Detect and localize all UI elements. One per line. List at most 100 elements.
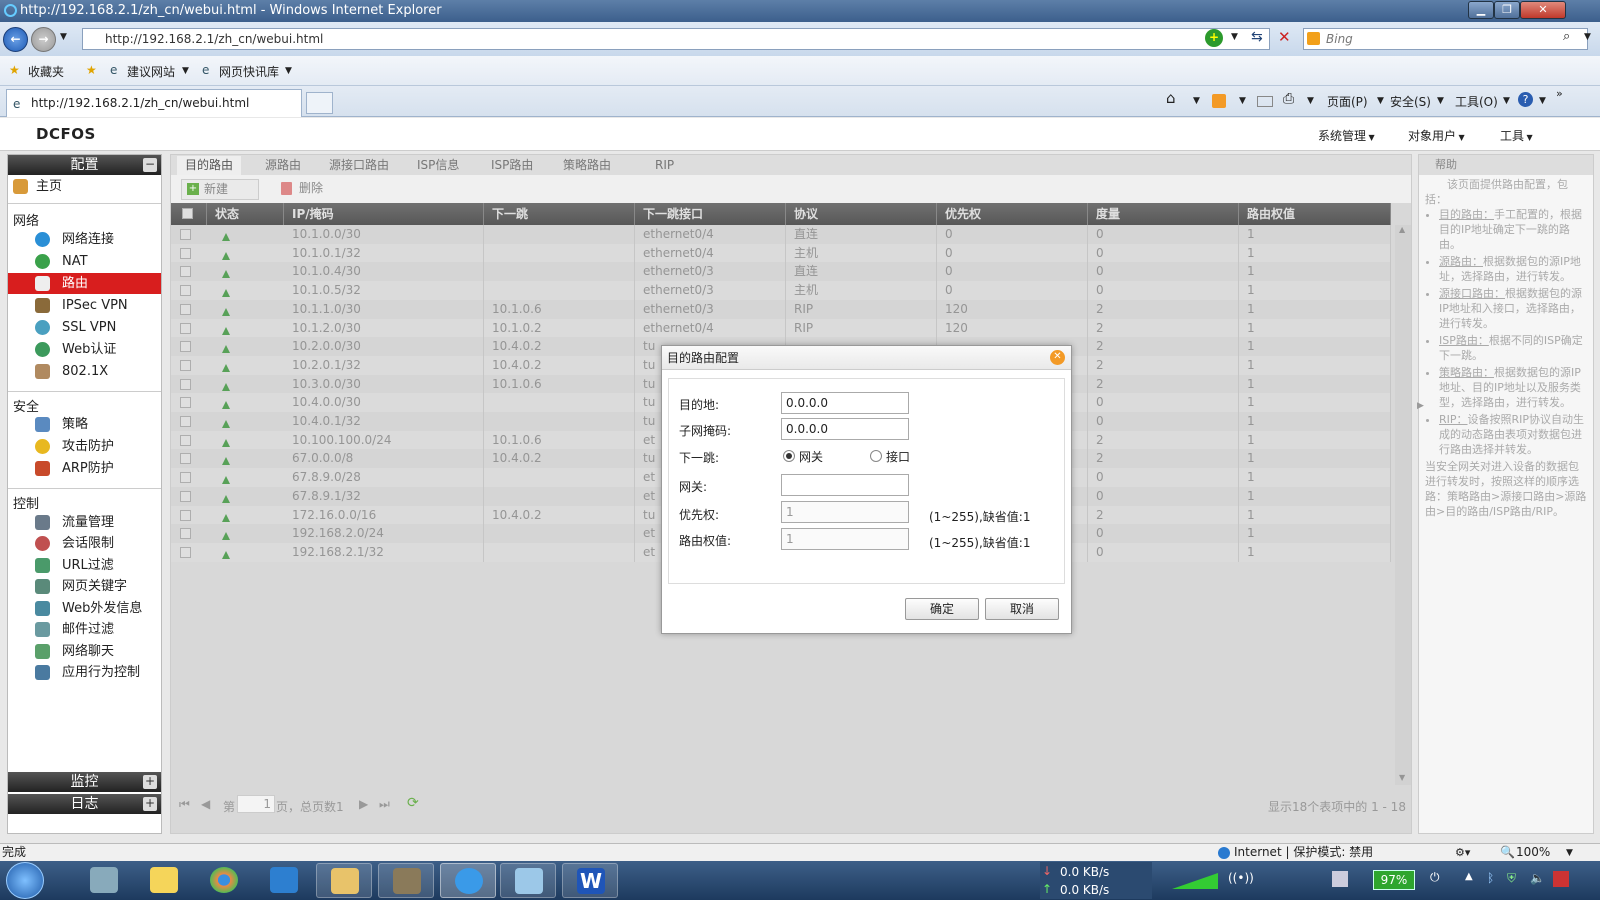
help-icon[interactable]: ? <box>1518 92 1533 107</box>
tab-source-route[interactable]: 源路由 <box>257 156 309 175</box>
volume-icon[interactable]: 🔈 <box>1530 871 1545 885</box>
tab-destination-route[interactable]: 目的路由 <box>177 156 242 175</box>
sidebar-item-network-connection[interactable]: 网络连接 <box>8 229 161 250</box>
wireless-icon[interactable]: ((•)) <box>1228 871 1254 885</box>
tab-isp-info[interactable]: ISP信息 <box>409 156 467 175</box>
sidebar-item-nat[interactable]: NAT <box>8 251 161 272</box>
sidebar-item-web-keyword[interactable]: 网页关键字 <box>8 576 161 597</box>
help-link[interactable]: 源路由： <box>1439 255 1483 268</box>
sidebar-log-header[interactable]: 日志 + <box>8 794 161 814</box>
taskbar-ie[interactable] <box>440 863 496 898</box>
priority-input[interactable]: 1 <box>781 501 909 523</box>
url-dropdown-icon[interactable]: ▼ <box>1231 32 1238 42</box>
chevron-down-icon[interactable]: ▼ <box>1239 96 1246 106</box>
gateway-radio[interactable] <box>783 450 795 462</box>
collapse-arrow-icon[interactable]: ▶ <box>1417 399 1424 414</box>
start-button[interactable] <box>6 862 44 899</box>
sidebar-item-ipsec-vpn[interactable]: IPSec VPN <box>8 295 161 316</box>
sidebar-item-session-limit[interactable]: 会话限制 <box>8 533 161 554</box>
url-input[interactable]: http://192.168.2.1/zh_cn/webui.html <box>82 28 1270 50</box>
sidebar-item-arp-defense[interactable]: ARP防护 <box>8 458 161 479</box>
protected-mode-icon[interactable]: ⚙▾ <box>1455 844 1470 861</box>
help-link[interactable]: 目的路由： <box>1439 208 1494 221</box>
menu-system-admin[interactable]: 系统管理 ▼ <box>1318 127 1375 144</box>
battery-indicator[interactable]: 97% <box>1373 870 1415 890</box>
taskbar-notes[interactable] <box>136 863 192 898</box>
taskbar-chrome[interactable] <box>196 863 252 898</box>
rss-feed-icon[interactable] <box>1212 94 1226 108</box>
expand-icon[interactable]: + <box>143 775 157 789</box>
new-tab-button[interactable] <box>306 92 333 114</box>
destination-input[interactable]: 0.0.0.0 <box>781 392 909 414</box>
gateway-input[interactable] <box>781 474 909 496</box>
chevron-down-icon[interactable]: ▼ <box>285 66 292 76</box>
sidebar-monitor-header[interactable]: 监控 + <box>8 772 161 792</box>
tab-policy-route[interactable]: 策略路由 <box>555 156 619 175</box>
help-link[interactable]: 源接口路由： <box>1439 287 1505 300</box>
toolbar-overflow-icon[interactable]: » <box>1556 87 1563 100</box>
help-link[interactable]: 策略路由： <box>1439 366 1494 379</box>
maximize-button[interactable]: ❐ <box>1494 1 1520 19</box>
compat-view-icon[interactable]: + <box>1205 29 1223 47</box>
stop-icon[interactable]: ✕ <box>1278 28 1291 46</box>
sidebar-item-ssl-vpn[interactable]: SSL VPN <box>8 317 161 338</box>
refresh-icon[interactable]: ⟳ <box>407 795 419 811</box>
interface-radio[interactable] <box>870 450 882 462</box>
prev-page-icon[interactable]: ◀ <box>201 797 210 811</box>
taskbar-word[interactable]: W <box>562 863 618 898</box>
chevron-down-icon[interactable]: ▼ <box>1566 845 1573 862</box>
minimize-button[interactable]: ▁ <box>1468 1 1494 19</box>
sidebar-item-home[interactable]: 主页 <box>8 176 161 197</box>
browser-tab[interactable]: e http://192.168.2.1/zh_cn/webui.html <box>6 89 302 117</box>
last-page-icon[interactable]: ⏭ <box>379 797 390 812</box>
bluetooth-icon[interactable]: ᛒ <box>1487 871 1494 885</box>
collapse-icon[interactable]: − <box>143 158 157 172</box>
search-icon[interactable]: ⌕ <box>1563 29 1570 44</box>
action-center-icon[interactable] <box>1553 871 1569 887</box>
shield-icon[interactable]: ⛨ <box>1507 871 1516 886</box>
first-page-icon[interactable]: ⏮ <box>179 797 190 812</box>
tab-rip[interactable]: RIP <box>647 156 682 175</box>
print-icon[interactable]: ⎙ <box>1283 91 1294 107</box>
sidebar-item-url-filter[interactable]: URL过滤 <box>8 555 161 576</box>
sidebar-config-header[interactable]: 配置 − <box>8 155 161 175</box>
chevron-down-icon[interactable]: ▼ <box>1539 96 1546 106</box>
cancel-button[interactable]: 取消 <box>985 598 1059 620</box>
ok-button[interactable]: 确定 <box>905 598 979 620</box>
security-zone[interactable]: Internet | 保护模式: 禁用 <box>1234 844 1373 861</box>
page-number-input[interactable]: 1 <box>237 795 275 813</box>
sidebar-item-8021x[interactable]: 802.1X <box>8 361 161 382</box>
sidebar-item-routing[interactable]: 路由 <box>8 273 161 294</box>
zoom-level[interactable]: 100% <box>1516 844 1550 861</box>
keyboard-icon[interactable] <box>1332 871 1348 887</box>
menu-tools[interactable]: 工具 ▼ <box>1500 127 1533 144</box>
back-button[interactable]: ← <box>3 27 28 52</box>
close-icon[interactable]: ✕ <box>1050 350 1065 365</box>
chevron-down-icon[interactable]: ▼ <box>1193 96 1200 106</box>
chevron-down-icon[interactable]: ▼ <box>1377 96 1384 106</box>
taskbar-explorer[interactable] <box>316 863 372 898</box>
add-favorite-icon[interactable]: ★ <box>86 63 97 77</box>
page-menu[interactable]: 页面(P) <box>1327 93 1368 110</box>
search-input[interactable]: Bing <box>1303 28 1588 50</box>
sidebar-item-app-control[interactable]: 应用行为控制 <box>8 662 161 683</box>
chevron-down-icon[interactable]: ▼ <box>1307 96 1314 106</box>
forward-button[interactable]: → <box>31 27 56 52</box>
tab-source-interface-route[interactable]: 源接口路由 <box>321 156 397 175</box>
safety-menu[interactable]: 安全(S) <box>1390 93 1431 110</box>
taskbar-computer[interactable] <box>76 863 132 898</box>
help-link[interactable]: ISP路由： <box>1439 334 1489 347</box>
tools-menu[interactable]: 工具(O) <box>1455 93 1498 110</box>
signal-strength-icon[interactable] <box>1172 873 1218 889</box>
close-window-button[interactable]: ✕ <box>1520 1 1566 19</box>
sidebar-item-web-outbound[interactable]: Web外发信息 <box>8 598 161 619</box>
home-icon[interactable]: ⌂ <box>1166 89 1176 107</box>
web-slice-gallery-link[interactable]: 网页快讯库 <box>219 63 279 80</box>
sidebar-item-attack-defense[interactable]: 攻击防护 <box>8 436 161 457</box>
tab-isp-route[interactable]: ISP路由 <box>483 156 541 175</box>
chevron-down-icon[interactable]: ▼ <box>182 66 189 76</box>
delete-button[interactable]: 删除 <box>277 179 333 200</box>
taskbar-notepad[interactable] <box>500 863 556 898</box>
sidebar-item-web-auth[interactable]: Web认证 <box>8 339 161 360</box>
refresh-icon[interactable]: ⇆ <box>1251 29 1263 45</box>
